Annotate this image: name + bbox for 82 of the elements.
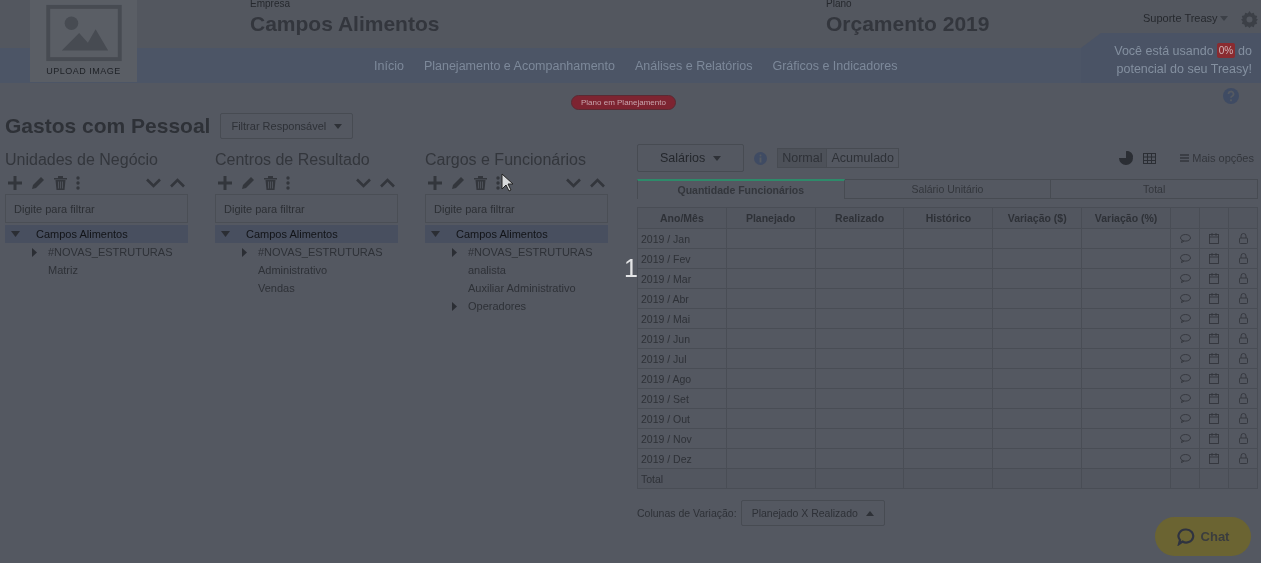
comment-icon[interactable]	[1179, 294, 1191, 303]
pencil-icon[interactable]	[241, 175, 255, 190]
comment-icon[interactable]	[1179, 254, 1191, 263]
lock-icon[interactable]	[1238, 413, 1248, 424]
comment-icon[interactable]	[1179, 334, 1191, 343]
more-vertical-icon[interactable]	[286, 175, 290, 190]
usage-text: do	[1238, 42, 1252, 60]
more-vertical-icon[interactable]	[496, 175, 500, 190]
comment-icon[interactable]	[1179, 434, 1191, 443]
tree-item[interactable]: Campos Alimentos	[5, 225, 188, 243]
expand-caret-icon[interactable]	[32, 247, 37, 257]
tree-item[interactable]: Campos Alimentos	[215, 225, 398, 243]
lock-icon[interactable]	[1238, 393, 1248, 404]
calendar-icon[interactable]	[1209, 313, 1219, 324]
expand-caret-icon[interactable]	[11, 231, 20, 237]
caret-icon	[334, 123, 343, 129]
lock-icon[interactable]	[1238, 353, 1248, 364]
trash-icon[interactable]	[474, 175, 487, 190]
logo-caption: UPLOAD IMAGE	[46, 66, 121, 76]
lock-icon[interactable]	[1238, 293, 1248, 304]
add-icon[interactable]	[428, 175, 442, 190]
pie-chart-icon[interactable]	[1119, 151, 1134, 165]
mouse-cursor-icon	[501, 173, 513, 192]
add-icon[interactable]	[8, 175, 22, 190]
lock-icon[interactable]	[1238, 373, 1248, 384]
logo-placeholder[interactable]: UPLOAD IMAGE	[30, 0, 137, 82]
lock-icon[interactable]	[1238, 433, 1248, 444]
caret-icon	[865, 510, 874, 516]
calendar-icon[interactable]	[1209, 233, 1219, 244]
comment-icon[interactable]	[1179, 394, 1191, 403]
pencil-icon[interactable]	[451, 175, 465, 190]
pencil-icon[interactable]	[31, 175, 45, 190]
trash-icon[interactable]	[264, 175, 277, 190]
calendar-icon[interactable]	[1209, 413, 1219, 424]
lock-icon[interactable]	[1238, 233, 1248, 244]
lock-icon[interactable]	[1238, 333, 1248, 344]
usage-text: potencial do seu Treasy!	[1116, 60, 1252, 78]
expand-caret-icon[interactable]	[452, 247, 457, 257]
caret-icon	[1219, 15, 1228, 21]
comment-icon[interactable]	[1179, 314, 1191, 323]
tree-item[interactable]: Campos Alimentos	[425, 225, 608, 243]
lock-icon[interactable]	[1238, 453, 1248, 464]
expand-caret-icon[interactable]	[242, 247, 247, 257]
calendar-icon[interactable]	[1209, 333, 1219, 344]
chevron-up-icon[interactable]	[380, 177, 395, 188]
menu-icon	[1180, 154, 1190, 162]
lock-icon[interactable]	[1238, 273, 1248, 284]
step-number: 1	[624, 254, 638, 283]
chevron-down-icon[interactable]	[356, 177, 371, 188]
expand-caret-icon[interactable]	[452, 301, 457, 311]
plan-status-badge: Plano em Planejamento	[571, 95, 676, 110]
calendar-icon[interactable]	[1209, 453, 1219, 464]
chevron-down-icon[interactable]	[146, 177, 161, 188]
add-icon[interactable]	[218, 175, 232, 190]
calendar-icon[interactable]	[1209, 433, 1219, 444]
calendar-icon[interactable]	[1209, 293, 1219, 304]
table-icon[interactable]	[1143, 152, 1157, 164]
expand-caret-icon[interactable]	[221, 231, 230, 237]
chevron-up-icon[interactable]	[170, 177, 185, 188]
comment-icon[interactable]	[1179, 454, 1191, 463]
usage-percent-badge: 0%	[1216, 43, 1236, 58]
comment-icon[interactable]	[1179, 414, 1191, 423]
calendar-icon[interactable]	[1209, 373, 1219, 384]
comment-icon[interactable]	[1179, 354, 1191, 363]
caret-icon	[713, 155, 722, 161]
settings-icon[interactable]	[1241, 11, 1258, 28]
more-vertical-icon[interactable]	[76, 175, 80, 190]
calendar-icon[interactable]	[1209, 393, 1219, 404]
chevron-down-icon[interactable]	[566, 177, 581, 188]
calendar-icon[interactable]	[1209, 353, 1219, 364]
calendar-icon[interactable]	[1209, 273, 1219, 284]
chevron-up-icon[interactable]	[590, 177, 605, 188]
expand-caret-icon[interactable]	[431, 231, 440, 237]
comment-icon[interactable]	[1179, 274, 1191, 283]
lock-icon[interactable]	[1238, 253, 1248, 264]
calendar-icon[interactable]	[1209, 253, 1219, 264]
usage-text: Você está usando	[1114, 42, 1214, 60]
chat-bubble-icon	[1176, 527, 1195, 546]
comment-icon[interactable]	[1179, 234, 1191, 243]
trash-icon[interactable]	[54, 175, 67, 190]
comment-icon[interactable]	[1179, 374, 1191, 383]
lock-icon[interactable]	[1238, 313, 1248, 324]
